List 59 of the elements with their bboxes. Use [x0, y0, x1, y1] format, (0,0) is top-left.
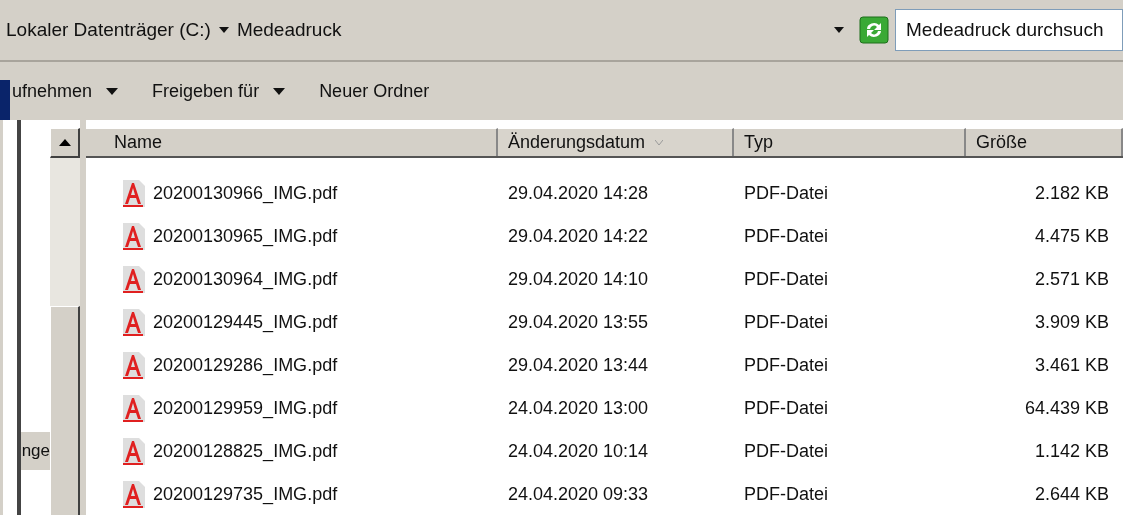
scroll-up-button[interactable]	[50, 128, 80, 158]
pdf-file-icon	[121, 266, 145, 293]
modified-date: 24.04.2020 10:14	[508, 440, 649, 463]
file-type: PDF-Datei	[744, 311, 828, 334]
refresh-icon[interactable]	[859, 16, 889, 44]
file-name[interactable]: 20200129286_IMG.pdf	[153, 352, 338, 379]
file-name[interactable]: 20200130964_IMG.pdf	[153, 266, 338, 293]
file-type: PDF-Datei	[744, 268, 828, 291]
pdf-file-icon	[121, 481, 145, 508]
modified-date: 29.04.2020 14:10	[508, 268, 649, 291]
column-header[interactable]: Änderungsdatum	[498, 128, 734, 156]
breadcrumb-arrow-icon[interactable]	[218, 27, 229, 33]
file-size: 3.909 KB	[1034, 311, 1109, 334]
modified-date: 24.04.2020 09:33	[508, 483, 649, 506]
file-type: PDF-Datei	[744, 483, 828, 506]
up-arrow-icon	[58, 139, 71, 146]
modified-date: 24.04.2020 13:00	[508, 397, 649, 420]
pdf-file-icon	[121, 309, 145, 336]
breadcrumb-item[interactable]: Lokaler Datenträger (C:)	[6, 15, 211, 45]
pdf-file-icon	[121, 395, 145, 422]
dropdown-arrow-icon	[106, 87, 119, 95]
file-type: PDF-Datei	[744, 182, 828, 205]
pdf-file-icon	[121, 180, 145, 207]
modified-date: 29.04.2020 13:55	[508, 311, 649, 334]
nav-item[interactable]: nge	[21, 432, 50, 470]
file-name[interactable]: 20200130965_IMG.pdf	[153, 223, 338, 250]
scroll-thumb[interactable]	[50, 306, 80, 515]
column-header[interactable]: Größe	[966, 128, 1123, 156]
pdf-file-icon	[121, 223, 145, 250]
search-field[interactable]: Medeadruck durchsuch	[895, 9, 1123, 51]
toolbar-button[interactable]: Neuer Ordner	[319, 77, 430, 105]
file-size: 3.461 KB	[1034, 354, 1109, 377]
file-type: PDF-Datei	[744, 225, 828, 248]
pdf-file-icon	[121, 352, 145, 379]
file-size: 2.644 KB	[1034, 483, 1109, 506]
toolbar-button[interactable]: ufnehmen	[12, 77, 119, 105]
pdf-file-icon	[121, 438, 145, 465]
file-name[interactable]: 20200130966_IMG.pdf	[153, 180, 338, 207]
file-name[interactable]: 20200129445_IMG.pdf	[153, 309, 338, 336]
column-header[interactable]: Name	[86, 128, 498, 156]
file-name[interactable]: 20200129959_IMG.pdf	[153, 395, 338, 422]
file-size: 64.439 KB	[1024, 397, 1109, 420]
dropdown-arrow-icon	[273, 87, 286, 95]
column-header[interactable]: Typ	[734, 128, 966, 156]
modified-date: 29.04.2020 14:28	[508, 182, 649, 205]
file-type: PDF-Datei	[744, 354, 828, 377]
file-size: 2.182 KB	[1034, 182, 1109, 205]
file-name[interactable]: 20200129735_IMG.pdf	[153, 481, 338, 508]
file-size: 4.475 KB	[1034, 225, 1109, 248]
file-name[interactable]: 20200128825_IMG.pdf	[153, 438, 338, 465]
file-size: 2.571 KB	[1034, 268, 1109, 291]
file-size: 1.142 KB	[1034, 440, 1109, 463]
file-type: PDF-Datei	[744, 440, 828, 463]
modified-date: 29.04.2020 14:22	[508, 225, 649, 248]
file-type: PDF-Datei	[744, 397, 828, 420]
toolbar-button[interactable]: Freigeben für	[152, 77, 286, 105]
dropdown-arrow-icon[interactable]	[833, 26, 845, 34]
breadcrumb-item[interactable]: Medeadruck	[236, 15, 342, 45]
modified-date: 29.04.2020 13:44	[508, 354, 649, 377]
